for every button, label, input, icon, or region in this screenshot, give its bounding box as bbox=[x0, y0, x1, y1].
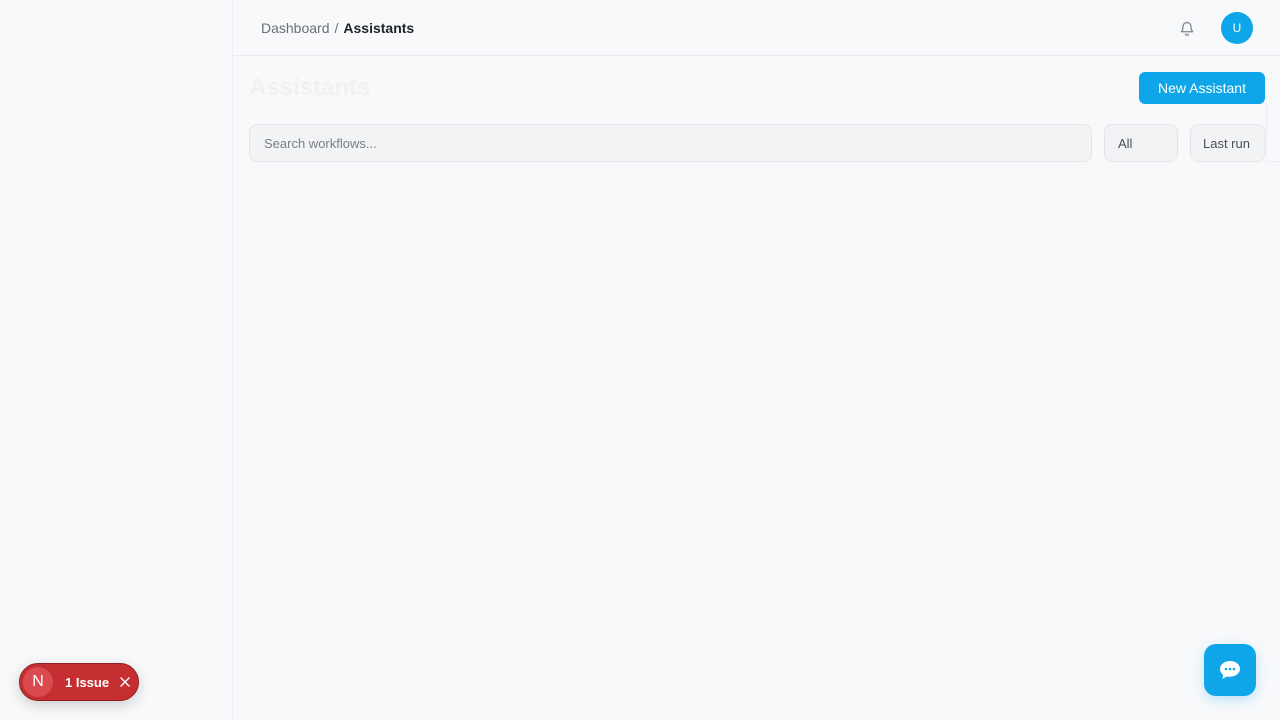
main-content: Dashboard / Assistants U Assistants New … bbox=[232, 0, 1280, 720]
breadcrumb: Dashboard / Assistants bbox=[261, 19, 414, 37]
breadcrumb-current: Assistants bbox=[343, 20, 415, 36]
issues-badge[interactable]: N 1 Issue bbox=[19, 663, 139, 701]
page-title: Assistants bbox=[249, 74, 371, 101]
sort-filter-select[interactable]: Last run bbox=[1190, 124, 1265, 162]
status-filter-select[interactable]: All bbox=[1104, 124, 1178, 162]
nextjs-logo-icon: N bbox=[23, 667, 53, 697]
new-assistant-button[interactable]: New Assistant bbox=[1139, 72, 1265, 104]
side-panel-edge bbox=[1266, 104, 1280, 162]
breadcrumb-separator: / bbox=[334, 20, 339, 36]
search-input[interactable] bbox=[249, 124, 1092, 162]
chat-bubble-icon[interactable] bbox=[1204, 644, 1256, 696]
top-bar: Dashboard / Assistants U bbox=[233, 0, 1280, 56]
sidebar bbox=[0, 0, 232, 720]
breadcrumb-dashboard-link[interactable]: Dashboard bbox=[261, 19, 330, 37]
bell-icon[interactable] bbox=[1177, 18, 1197, 38]
issues-count-label: 1 Issue bbox=[65, 674, 110, 690]
close-icon[interactable] bbox=[118, 675, 132, 689]
user-avatar[interactable]: U bbox=[1221, 12, 1253, 44]
